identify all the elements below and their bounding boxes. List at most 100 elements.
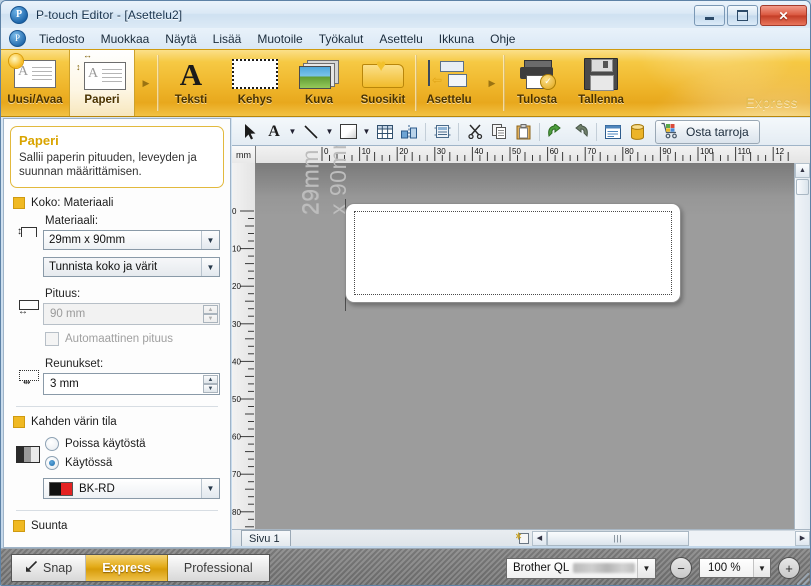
radio-label-kaytossa: Käytössä xyxy=(65,457,113,469)
horizontal-scroll-track[interactable]: ||| xyxy=(547,530,795,546)
mode-button-professional[interactable]: Professional xyxy=(167,555,269,581)
row-reunukset: ⇹ Reunukset: 3 mm ▲ ▼ xyxy=(4,356,230,395)
color-scheme-combo[interactable]: BK-RD ▼ xyxy=(43,478,220,499)
menu-item-asettelu[interactable]: Asettelu xyxy=(371,30,430,48)
chevron-down-icon[interactable]: ▼ xyxy=(201,231,219,249)
menu-item-nayta[interactable]: Näytä xyxy=(157,30,204,48)
mode-button-express[interactable]: Express xyxy=(86,555,168,581)
radio-label-poissa-kaytosta: Poissa käytöstä xyxy=(65,438,146,450)
detect-size-colors-combo[interactable]: Tunnista koko ja värit ▼ xyxy=(43,257,220,277)
printer-name-value: Brother QL xyxy=(513,562,570,574)
radio-row-kaytossa[interactable]: Käytössä xyxy=(45,456,220,470)
align-tool-icon[interactable] xyxy=(397,121,421,143)
copy-icon[interactable] xyxy=(487,121,511,143)
line-tool-icon[interactable] xyxy=(299,121,323,143)
mode-button-snap[interactable]: Snap xyxy=(12,555,87,581)
page-tab-sivu-1[interactable]: Sivu 1 xyxy=(241,530,291,546)
select-arrow-icon[interactable] xyxy=(238,121,262,143)
ribbon-button-tulosta[interactable]: ✓ Tulosta xyxy=(505,50,569,116)
undo-icon[interactable] xyxy=(544,121,568,143)
ribbon-button-asettelu[interactable]: ⇦ Asettelu xyxy=(417,50,481,116)
add-page-icon[interactable] xyxy=(514,532,532,545)
color-scheme-value: BK-RD xyxy=(79,482,115,495)
spin-down-icon[interactable]: ▼ xyxy=(203,384,218,393)
chevron-down-icon[interactable]: ▼ xyxy=(753,559,770,577)
rectangle-dropdown-caret-icon[interactable]: ▼ xyxy=(360,121,373,143)
cut-icon[interactable] xyxy=(463,121,487,143)
table-tool-icon[interactable] xyxy=(373,121,397,143)
ribbon-button-suosikit[interactable]: ♥ Suosikit xyxy=(351,50,415,116)
text-dropdown-caret-icon[interactable]: ▼ xyxy=(286,121,299,143)
zoom-level-combo[interactable]: 100 % ▼ xyxy=(699,558,771,578)
ribbon-button-tallenna[interactable]: Tallenna xyxy=(569,50,633,116)
auto-length-checkbox-row[interactable]: Automaattinen pituus xyxy=(45,332,220,346)
menu-item-ohje[interactable]: Ohje xyxy=(482,30,523,48)
ribbon-overflow-arrow-2[interactable]: ▶ xyxy=(481,50,503,116)
margins-spinner[interactable]: 3 mm ▲ ▼ xyxy=(43,373,220,395)
vertical-ruler[interactable]: 0 10 20 30 40 50 60 70 80 xyxy=(232,163,256,546)
ribbon-label-asettelu: Asettelu xyxy=(426,94,472,106)
ribbon-button-teksti[interactable]: A Teksti xyxy=(159,50,223,116)
menu-item-tiedosto[interactable]: Tiedosto xyxy=(31,30,93,48)
resize-grip[interactable] xyxy=(797,573,809,585)
ptouch-editor-window: P P-touch Editor - [Asettelu2] ✕ P Tiedo… xyxy=(0,0,811,586)
buy-labels-button[interactable]: Osta tarroja xyxy=(655,119,760,144)
minimize-button[interactable] xyxy=(694,5,725,26)
ribbon-button-uusi-avaa[interactable]: A Uusi/Avaa xyxy=(1,50,69,116)
app-menu-icon[interactable]: P xyxy=(9,30,26,47)
margins-spin-buttons[interactable]: ▲ ▼ xyxy=(203,375,218,393)
menu-item-ikkuna[interactable]: Ikkuna xyxy=(431,30,482,48)
media-size-combo[interactable]: 29mm x 90mm ▼ xyxy=(43,230,220,250)
maximize-button[interactable] xyxy=(727,5,758,26)
label-canvas[interactable]: 29mm x 90mm xyxy=(255,146,810,546)
zoom-out-button[interactable]: − xyxy=(670,557,692,579)
hscroll-right-arrow-icon[interactable]: ▶ xyxy=(795,530,810,546)
ribbon-button-kuva[interactable]: Kuva xyxy=(287,50,351,116)
section-header-koko-materiaali[interactable]: Koko: Materiaali xyxy=(4,197,230,209)
ribbon-label-teksti: Teksti xyxy=(174,94,208,106)
database-print-icon[interactable] xyxy=(430,121,454,143)
spin-up-icon[interactable]: ▲ xyxy=(203,375,218,384)
radio-poissa-kaytosta[interactable] xyxy=(45,437,59,451)
redo-icon[interactable] xyxy=(568,121,592,143)
vertical-scroll-thumb[interactable] xyxy=(796,179,809,195)
radio-kaytossa[interactable] xyxy=(45,456,59,470)
database-icon[interactable] xyxy=(625,121,649,143)
text-tool-icon[interactable]: A xyxy=(262,121,286,143)
properties-icon[interactable] xyxy=(601,121,625,143)
ribbon-label-suosikit: Suosikit xyxy=(360,94,406,106)
ribbon-overflow-arrow-1[interactable]: ▶ xyxy=(135,50,157,116)
ruler-unit-label[interactable]: mm xyxy=(232,146,256,163)
panel-hint-box: Paperi Sallii paperin pituuden, leveyden… xyxy=(10,126,224,188)
ribbon-button-paperi[interactable]: ↕ ↔ A Paperi xyxy=(69,50,135,116)
close-button[interactable]: ✕ xyxy=(760,5,807,26)
line-dropdown-caret-icon[interactable]: ▼ xyxy=(323,121,336,143)
svg-text:10: 10 xyxy=(232,245,241,254)
printer-selector-combo[interactable]: Brother QL ▼ xyxy=(506,557,656,579)
menu-item-lisaa[interactable]: Lisää xyxy=(205,30,250,48)
vertical-scrollbar[interactable]: ▲ xyxy=(794,163,810,546)
svg-text:50: 50 xyxy=(512,147,521,156)
section-header-kahden-varin-tila[interactable]: Kahden värin tila xyxy=(4,416,230,428)
horizontal-scroll-thumb[interactable]: ||| xyxy=(547,531,689,546)
svg-text:70: 70 xyxy=(587,147,596,156)
chevron-down-icon[interactable]: ▼ xyxy=(637,558,655,578)
menu-item-muokkaa[interactable]: Muokkaa xyxy=(93,30,158,48)
paste-icon[interactable] xyxy=(511,121,535,143)
rectangle-tool-icon[interactable] xyxy=(336,121,360,143)
radio-row-poissa-kaytosta[interactable]: Poissa käytöstä xyxy=(45,437,220,451)
mode-status-bar: Snap Express Professional Brother QL ▼ −… xyxy=(1,548,810,585)
save-icon xyxy=(584,55,618,93)
ribbon-button-kehys[interactable]: Kehys xyxy=(223,50,287,116)
menu-item-muotoile[interactable]: Muotoile xyxy=(249,30,310,48)
scroll-up-arrow-icon[interactable]: ▲ xyxy=(795,163,810,178)
menu-item-tyokalut[interactable]: Työkalut xyxy=(311,30,372,48)
section-header-suunta[interactable]: Suunta xyxy=(4,520,230,532)
auto-length-checkbox[interactable] xyxy=(45,332,59,346)
chevron-down-icon[interactable]: ▼ xyxy=(201,479,219,498)
hscroll-left-arrow-icon[interactable]: ◀ xyxy=(532,530,547,546)
chevron-down-icon[interactable]: ▼ xyxy=(201,258,219,276)
svg-text:90: 90 xyxy=(662,147,671,156)
svg-text:60: 60 xyxy=(550,147,559,156)
label-sheet[interactable] xyxy=(345,203,681,303)
